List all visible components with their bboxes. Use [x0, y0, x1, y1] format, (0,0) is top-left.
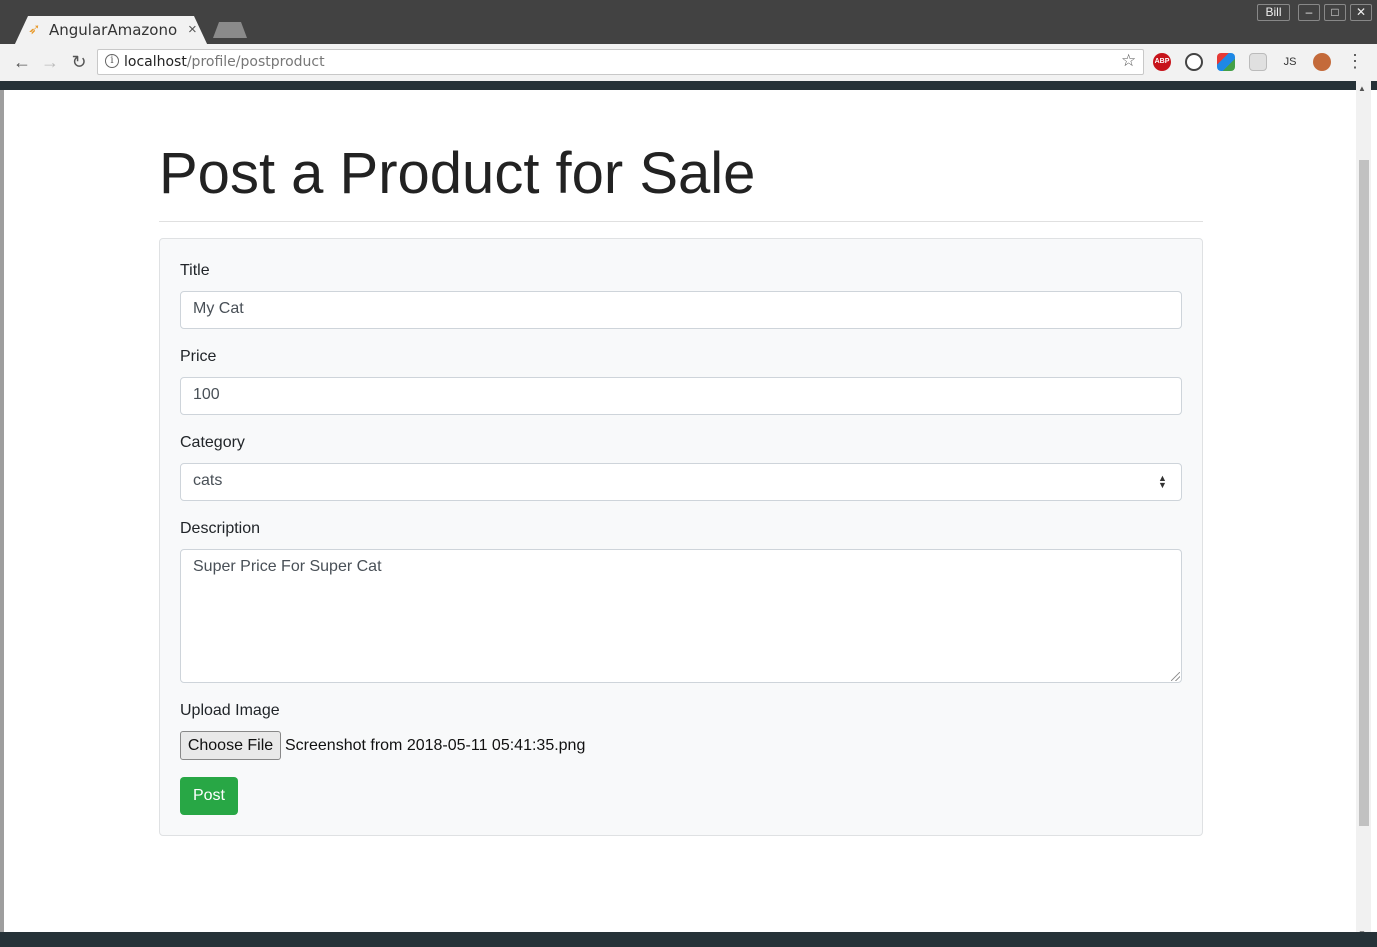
close-window-button[interactable]: ✕	[1350, 4, 1372, 21]
window-titlebar	[0, 0, 1377, 44]
browser-menu-icon[interactable]: ⋮	[1346, 51, 1364, 71]
extension-icon-2[interactable]	[1185, 53, 1203, 71]
title-input[interactable]: My Cat	[180, 291, 1182, 329]
profile-user-button[interactable]: Bill	[1257, 4, 1290, 21]
selected-file-name: Screenshot from 2018-05-11 05:41:35.png	[285, 737, 586, 754]
forward-arrow-icon[interactable]: →	[40, 52, 60, 72]
post-button[interactable]: Post	[180, 777, 238, 815]
extension-icon-6[interactable]	[1313, 53, 1331, 71]
info-icon[interactable]: i	[105, 54, 119, 68]
price-input[interactable]: 100	[180, 377, 1182, 415]
scrollbar-thumb[interactable]	[1359, 160, 1369, 826]
tab-close-icon[interactable]: ×	[188, 20, 197, 40]
textarea-resize-handle-icon[interactable]	[1171, 672, 1180, 681]
maximize-button[interactable]: □	[1324, 4, 1346, 21]
choose-file-button[interactable]: Choose File	[180, 731, 281, 760]
minimize-button[interactable]: –	[1298, 4, 1320, 21]
extension-icon-3[interactable]	[1217, 53, 1235, 71]
page-left-edge	[0, 90, 4, 932]
extension-icon-4[interactable]	[1249, 53, 1267, 71]
page-title: Post a Product for Sale	[159, 141, 756, 206]
navbar-strip	[0, 81, 1377, 90]
back-arrow-icon[interactable]: ←	[12, 52, 32, 72]
footer-strip	[0, 932, 1377, 947]
category-select[interactable]: cats	[180, 463, 1182, 501]
tab-title: AngularAmazono	[49, 21, 178, 39]
description-label: Description	[180, 520, 261, 537]
scroll-up-arrow-icon[interactable]: ▲	[1358, 84, 1366, 93]
select-chevron-icon: ▲ ▼	[1158, 473, 1167, 490]
price-label: Price	[180, 348, 217, 365]
description-textarea[interactable]: Super Price For Super Cat	[180, 549, 1182, 683]
adblock-extension-icon[interactable]: ABP	[1153, 53, 1171, 71]
new-tab-button[interactable]	[213, 22, 247, 38]
angular-favicon-icon: ➶	[28, 21, 41, 38]
url-path: /profile/postproduct	[186, 54, 325, 70]
reload-icon[interactable]: ↻	[69, 52, 89, 72]
title-label: Title	[180, 262, 210, 279]
upload-image-label: Upload Image	[180, 702, 280, 719]
url-host: localhost	[124, 54, 187, 70]
js-extension-icon[interactable]: JS	[1281, 53, 1299, 71]
category-label: Category	[180, 434, 245, 451]
url-text[interactable]: localhost/profile/postproduct	[124, 54, 325, 70]
bookmark-star-icon[interactable]: ☆	[1121, 51, 1136, 71]
title-divider	[159, 221, 1203, 222]
